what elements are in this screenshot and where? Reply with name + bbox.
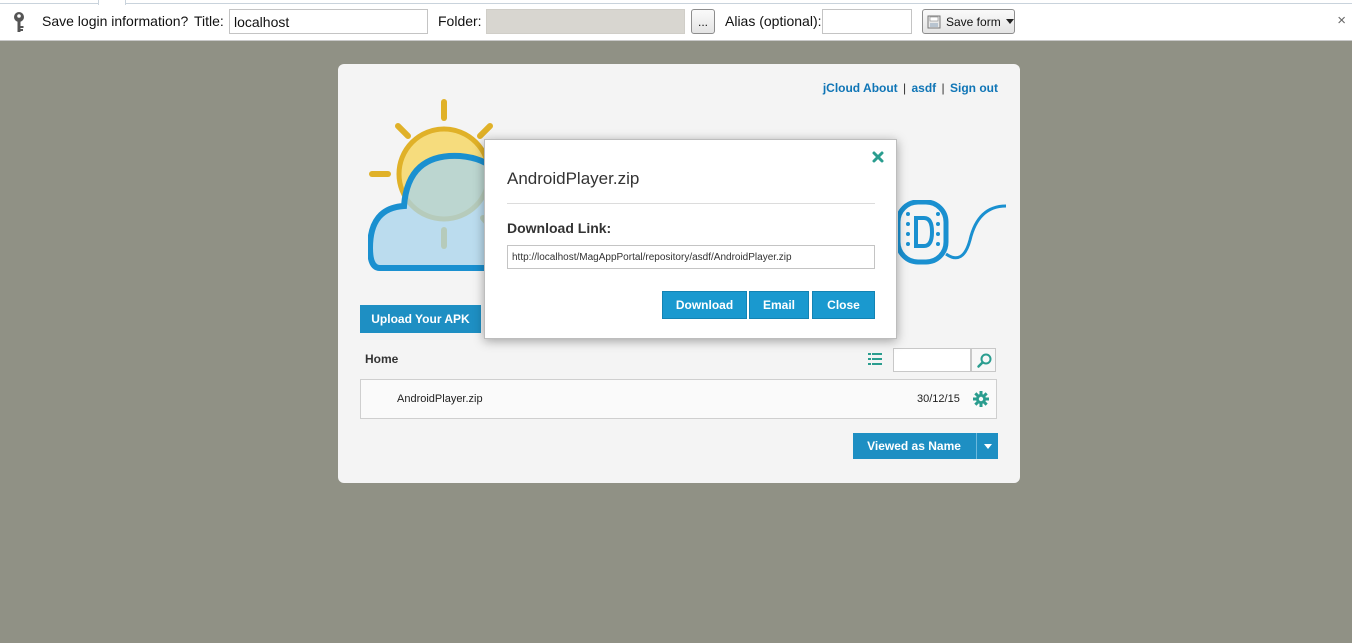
user-link[interactable]: asdf xyxy=(912,81,937,95)
download-link-label: Download Link: xyxy=(507,220,612,236)
sign-out-link[interactable]: Sign out xyxy=(950,81,998,95)
save-login-bar: Save login information? Title: Folder: .… xyxy=(0,0,1352,41)
about-link[interactable]: jCloud About xyxy=(823,81,898,95)
folder-label: Folder: xyxy=(438,13,482,29)
key-icon xyxy=(14,12,24,32)
alias-label: Alias (optional): xyxy=(725,13,822,29)
file-name[interactable]: AndroidPlayer.zip xyxy=(397,393,483,405)
view-mode-label[interactable]: Viewed as Name xyxy=(853,433,975,459)
download-dialog: AndroidPlayer.zip Download Link: Downloa… xyxy=(484,139,897,339)
chevron-down-icon xyxy=(1005,18,1014,24)
save-form-button[interactable]: Save form xyxy=(922,9,1015,34)
dialog-divider xyxy=(507,203,875,204)
title-input[interactable] xyxy=(229,9,428,34)
breadcrumb[interactable]: Home xyxy=(365,352,398,366)
download-button[interactable]: Download xyxy=(662,291,747,319)
email-button[interactable]: Email xyxy=(749,291,809,319)
save-form-icon xyxy=(927,15,941,28)
list-icon[interactable] xyxy=(868,353,882,365)
search-input[interactable] xyxy=(893,348,971,372)
brand-logo-tail-icon xyxy=(898,200,1007,265)
download-link-field[interactable] xyxy=(507,245,875,269)
save-form-label: Save form xyxy=(946,14,1001,29)
title-label: Title: xyxy=(194,13,224,29)
browse-folder-button[interactable]: ... xyxy=(691,9,715,34)
alias-input[interactable] xyxy=(822,9,912,34)
upload-apk-button[interactable]: Upload Your APK xyxy=(360,305,481,333)
top-links: jCloud About | asdf | Sign out xyxy=(822,81,998,95)
search-button[interactable] xyxy=(971,348,996,372)
search-icon xyxy=(977,353,992,368)
view-mode-dropdown[interactable]: Viewed as Name xyxy=(853,433,998,459)
dialog-title: AndroidPlayer.zip xyxy=(507,169,640,188)
file-row[interactable]: AndroidPlayer.zip 30/12/15 xyxy=(360,379,997,419)
gear-icon[interactable] xyxy=(973,391,989,407)
tab-strip-edge xyxy=(0,0,1352,5)
folder-input[interactable] xyxy=(486,9,685,34)
save-login-prompt: Save login information? xyxy=(42,13,189,29)
chevron-down-icon xyxy=(983,443,992,449)
close-bar-icon[interactable]: × xyxy=(1337,12,1346,29)
file-date: 30/12/15 xyxy=(917,393,960,405)
search-box xyxy=(893,348,996,372)
close-icon[interactable] xyxy=(871,150,885,164)
view-mode-toggle[interactable] xyxy=(976,433,998,459)
close-button[interactable]: Close xyxy=(812,291,875,319)
